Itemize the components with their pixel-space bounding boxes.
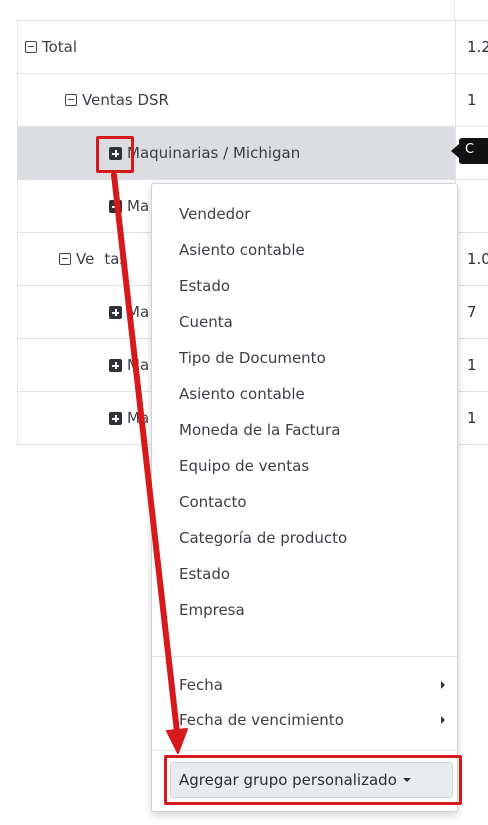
pivot-header-total[interactable]: Total [25, 21, 77, 73]
menu-divider [152, 656, 457, 657]
menu-item-vendedor[interactable]: Vendedor [179, 202, 250, 226]
menu-item-asiento-contable-2[interactable]: Asiento contable [179, 382, 305, 406]
row-label: Ma [127, 356, 150, 374]
row-label: Ma [127, 409, 150, 427]
expand-icon[interactable] [109, 412, 122, 425]
menu-item-equipo-de-ventas[interactable]: Equipo de ventas [179, 454, 309, 478]
pivot-header[interactable]: Ma [109, 392, 149, 444]
menu-item-estado-2[interactable]: Estado [179, 562, 230, 586]
cell-value: 1 [455, 392, 488, 444]
menu-item-empresa[interactable]: Empresa [179, 598, 245, 622]
caret-right-icon [441, 716, 445, 724]
menu-item-label: Fecha de vencimiento [179, 711, 344, 729]
menu-item-categoria-producto[interactable]: Categoría de producto [179, 526, 347, 550]
pivot-row-maquinarias-michigan: Maquinarias / Michigan [18, 127, 488, 180]
collapse-icon [65, 94, 77, 106]
cell-value: 1 [455, 74, 488, 126]
pivot-header[interactable]: Ma [109, 339, 149, 391]
menu-item-tipo-de-documento[interactable]: Tipo de Documento [179, 346, 326, 370]
row-label: Ventas DSR [82, 91, 169, 109]
collapse-icon [59, 253, 71, 265]
tooltip-text: C [465, 142, 475, 157]
pivot-header[interactable]: Ma [109, 180, 149, 232]
caret-right-icon [441, 681, 445, 689]
expand-icon[interactable] [109, 359, 122, 372]
cell-value: 1 [455, 339, 488, 391]
menu-item-estado[interactable]: Estado [179, 274, 230, 298]
expand-icon[interactable] [109, 200, 122, 213]
cell-value: 1.0 [455, 233, 488, 285]
menu-item-moneda-factura[interactable]: Moneda de la Factura [179, 418, 340, 442]
pivot-row-ventas-dsr: Ventas DSR 1 [18, 74, 488, 127]
row-label: Ma [127, 303, 150, 321]
row-label: Total [42, 38, 78, 56]
annotation-highlight-custom-group [164, 755, 462, 805]
annotation-highlight-expand [96, 136, 134, 173]
row-label-tail: tas [104, 250, 128, 268]
column-divider [454, 0, 455, 20]
menu-item-asiento-contable[interactable]: Asiento contable [179, 238, 305, 262]
pivot-header-ventas[interactable]: Ve tas [59, 233, 127, 285]
pivot-header[interactable]: Ma [109, 286, 149, 338]
row-label: Maquinarias / Michigan [127, 144, 301, 162]
groupby-dropdown-menu: Vendedor Asiento contable Estado Cuenta … [151, 183, 458, 812]
pivot-row-total: Total 1.2 [18, 21, 488, 74]
collapse-icon [25, 41, 37, 53]
cell-value [455, 180, 488, 232]
row-label: Ma [127, 197, 150, 215]
menu-item-contacto[interactable]: Contacto [179, 490, 247, 514]
pivot-header-maquinarias-michigan[interactable]: Maquinarias / Michigan [109, 127, 300, 179]
cell-value: 1.2 [455, 21, 488, 73]
menu-item-fecha[interactable]: Fecha [179, 673, 457, 697]
pivot-header-ventas-dsr[interactable]: Ventas DSR [65, 74, 169, 126]
tooltip: C [451, 138, 488, 164]
menu-item-fecha-vencimiento[interactable]: Fecha de vencimiento [179, 708, 457, 732]
menu-item-cuenta[interactable]: Cuenta [179, 310, 233, 334]
expand-icon[interactable] [109, 306, 122, 319]
row-label: Ve [76, 250, 95, 268]
menu-item-label: Fecha [179, 676, 223, 694]
cell-value: 7 [455, 286, 488, 338]
menu-divider [152, 750, 457, 751]
